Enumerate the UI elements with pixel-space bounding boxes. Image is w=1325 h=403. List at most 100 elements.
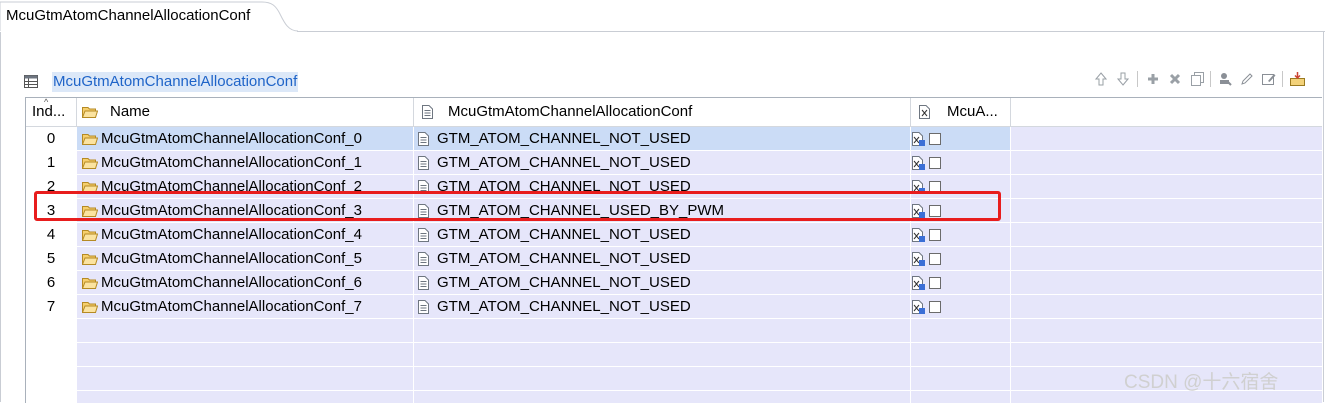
row-allocation-value[interactable]: GTM_ATOM_CHANNEL_NOT_USED bbox=[437, 151, 907, 175]
folder-icon bbox=[82, 134, 98, 145]
import-icon[interactable] bbox=[1288, 69, 1306, 89]
table-row[interactable]: 7 McuGtmAtomChannelAllocationConf_7 GTM_AT… bbox=[26, 295, 1322, 319]
row-allocation-value[interactable]: GTM_ATOM_CHANNEL_NOT_USED bbox=[437, 247, 907, 271]
row-checkbox[interactable] bbox=[929, 157, 941, 169]
row-allocation-value[interactable]: GTM_ATOM_CHANNEL_NOT_USED bbox=[437, 271, 907, 295]
cell-background bbox=[1011, 271, 1322, 295]
toolbar-separator bbox=[1210, 71, 1211, 87]
cell-background bbox=[26, 343, 76, 367]
row-allocation-value[interactable]: GTM_ATOM_CHANNEL_NOT_USED bbox=[437, 127, 907, 151]
row-name[interactable]: McuGtmAtomChannelAllocationConf_7 bbox=[101, 295, 411, 319]
column-divider[interactable] bbox=[910, 98, 911, 126]
column-header-value-label: McuGtmAtomChannelAllocationConf bbox=[448, 103, 693, 120]
cell-background bbox=[414, 367, 910, 391]
row-checkbox[interactable] bbox=[929, 229, 941, 241]
row-name[interactable]: McuGtmAtomChannelAllocationConf_5 bbox=[101, 247, 411, 271]
boolean-value-icon bbox=[912, 228, 925, 242]
cell-background bbox=[77, 343, 413, 367]
cell-background bbox=[911, 295, 1010, 319]
boolean-value-icon bbox=[912, 132, 925, 146]
column-header-value[interactable]: McuGtmAtomChannelAllocationConf bbox=[422, 98, 907, 126]
editor-tab-strip: McuGtmAtomChannelAllocationConf bbox=[0, 0, 1325, 32]
watermark: CSDN @十六宿舍 bbox=[1124, 372, 1279, 393]
cell-background bbox=[911, 367, 1010, 391]
cell-background bbox=[1011, 319, 1322, 343]
row-name[interactable]: McuGtmAtomChannelAllocationConf_2 bbox=[101, 175, 411, 199]
section-title[interactable]: McuGtmAtomChannelAllocationConf bbox=[52, 72, 299, 92]
editor-frame-left bbox=[0, 32, 1, 402]
row-index: 5 bbox=[46, 250, 56, 267]
cell-background bbox=[26, 319, 76, 343]
cell-background bbox=[414, 391, 910, 403]
document-icon bbox=[418, 228, 429, 242]
row-name[interactable]: McuGtmAtomChannelAllocationConf_4 bbox=[101, 223, 411, 247]
cell-background bbox=[911, 319, 1010, 343]
column-header-name[interactable]: Name bbox=[82, 98, 412, 126]
row-checkbox[interactable] bbox=[929, 205, 941, 217]
stamp-icon[interactable] bbox=[1216, 69, 1234, 89]
cell-background bbox=[77, 319, 413, 343]
edit-properties-icon[interactable] bbox=[1260, 69, 1278, 89]
boolean-document-icon bbox=[919, 105, 930, 119]
row-allocation-value[interactable]: GTM_ATOM_CHANNEL_USED_BY_PWM bbox=[437, 199, 907, 223]
cell-background bbox=[911, 391, 1010, 403]
row-index: 6 bbox=[46, 274, 56, 291]
cell-background bbox=[1011, 199, 1322, 223]
table-row[interactable]: 2 McuGtmAtomChannelAllocationConf_2 GTM_AT… bbox=[26, 175, 1322, 199]
row-checkbox[interactable] bbox=[929, 133, 941, 145]
row-name[interactable]: McuGtmAtomChannelAllocationConf_0 bbox=[101, 127, 411, 151]
table-row[interactable]: 6 McuGtmAtomChannelAllocationConf_6 GTM_AT… bbox=[26, 271, 1322, 295]
document-icon bbox=[418, 276, 429, 290]
column-header-mcua[interactable]: McuA... bbox=[919, 98, 1009, 126]
table-icon bbox=[24, 75, 38, 88]
row-allocation-value[interactable]: GTM_ATOM_CHANNEL_NOT_USED bbox=[437, 295, 907, 319]
toolbar-separator bbox=[1282, 71, 1283, 87]
table-row[interactable]: 0 McuGtmAtomChannelAllocationConf_0 GTM_AT… bbox=[26, 127, 1322, 151]
delete-icon[interactable] bbox=[1166, 69, 1184, 89]
cell-background bbox=[911, 127, 1010, 151]
row-allocation-value[interactable]: GTM_ATOM_CHANNEL_NOT_USED bbox=[437, 223, 907, 247]
table-row[interactable]: 5 McuGtmAtomChannelAllocationConf_5 GTM_AT… bbox=[26, 247, 1322, 271]
cell-background bbox=[911, 271, 1010, 295]
tab-mcugtmatomchannelallocationconf[interactable]: McuGtmAtomChannelAllocationConf bbox=[6, 7, 250, 24]
boolean-value-icon bbox=[912, 180, 925, 194]
table-row[interactable]: 3 McuGtmAtomChannelAllocationConf_3 GTM_AT… bbox=[26, 199, 1322, 223]
cell-background bbox=[414, 343, 910, 367]
row-checkbox[interactable] bbox=[929, 301, 941, 313]
row-checkbox[interactable] bbox=[929, 181, 941, 193]
edit-icon[interactable] bbox=[1238, 69, 1256, 89]
column-header-index[interactable]: Ind... bbox=[32, 98, 76, 126]
row-allocation-value[interactable]: GTM_ATOM_CHANNEL_NOT_USED bbox=[437, 175, 907, 199]
boolean-value-icon bbox=[912, 156, 925, 170]
document-icon bbox=[418, 252, 429, 266]
cell-background bbox=[911, 151, 1010, 175]
arrow-up-icon[interactable] bbox=[1092, 69, 1110, 89]
cell-background bbox=[1011, 343, 1322, 367]
row-checkbox[interactable] bbox=[929, 277, 941, 289]
table-row[interactable]: 1 McuGtmAtomChannelAllocationConf_1 GTM_AT… bbox=[26, 151, 1322, 175]
table-header: Ind... ^ Name McuGtmAtomChannelAllocatio… bbox=[26, 98, 1322, 127]
copy-icon[interactable] bbox=[1188, 69, 1206, 89]
table-row[interactable]: 4 McuGtmAtomChannelAllocationConf_4 GTM_AT… bbox=[26, 223, 1322, 247]
folder-icon bbox=[82, 302, 98, 313]
row-index: 1 bbox=[46, 154, 56, 171]
document-icon bbox=[418, 132, 429, 146]
cell-background bbox=[1011, 151, 1322, 175]
column-divider[interactable] bbox=[1010, 98, 1011, 126]
column-header-mcua-label: McuA... bbox=[947, 103, 998, 120]
row-name[interactable]: McuGtmAtomChannelAllocationConf_3 bbox=[101, 199, 411, 223]
document-icon bbox=[418, 204, 429, 218]
cell-background bbox=[77, 391, 413, 403]
document-icon bbox=[418, 300, 429, 314]
folder-icon bbox=[82, 158, 98, 169]
row-name[interactable]: McuGtmAtomChannelAllocationConf_1 bbox=[101, 151, 411, 175]
add-icon[interactable] bbox=[1144, 69, 1162, 89]
column-divider[interactable] bbox=[413, 98, 414, 126]
column-divider[interactable] bbox=[76, 98, 77, 126]
boolean-value-icon bbox=[912, 204, 925, 218]
arrow-down-icon[interactable] bbox=[1114, 69, 1132, 89]
cell-background bbox=[911, 175, 1010, 199]
row-checkbox[interactable] bbox=[929, 253, 941, 265]
row-index: 3 bbox=[46, 202, 56, 219]
row-name[interactable]: McuGtmAtomChannelAllocationConf_6 bbox=[101, 271, 411, 295]
